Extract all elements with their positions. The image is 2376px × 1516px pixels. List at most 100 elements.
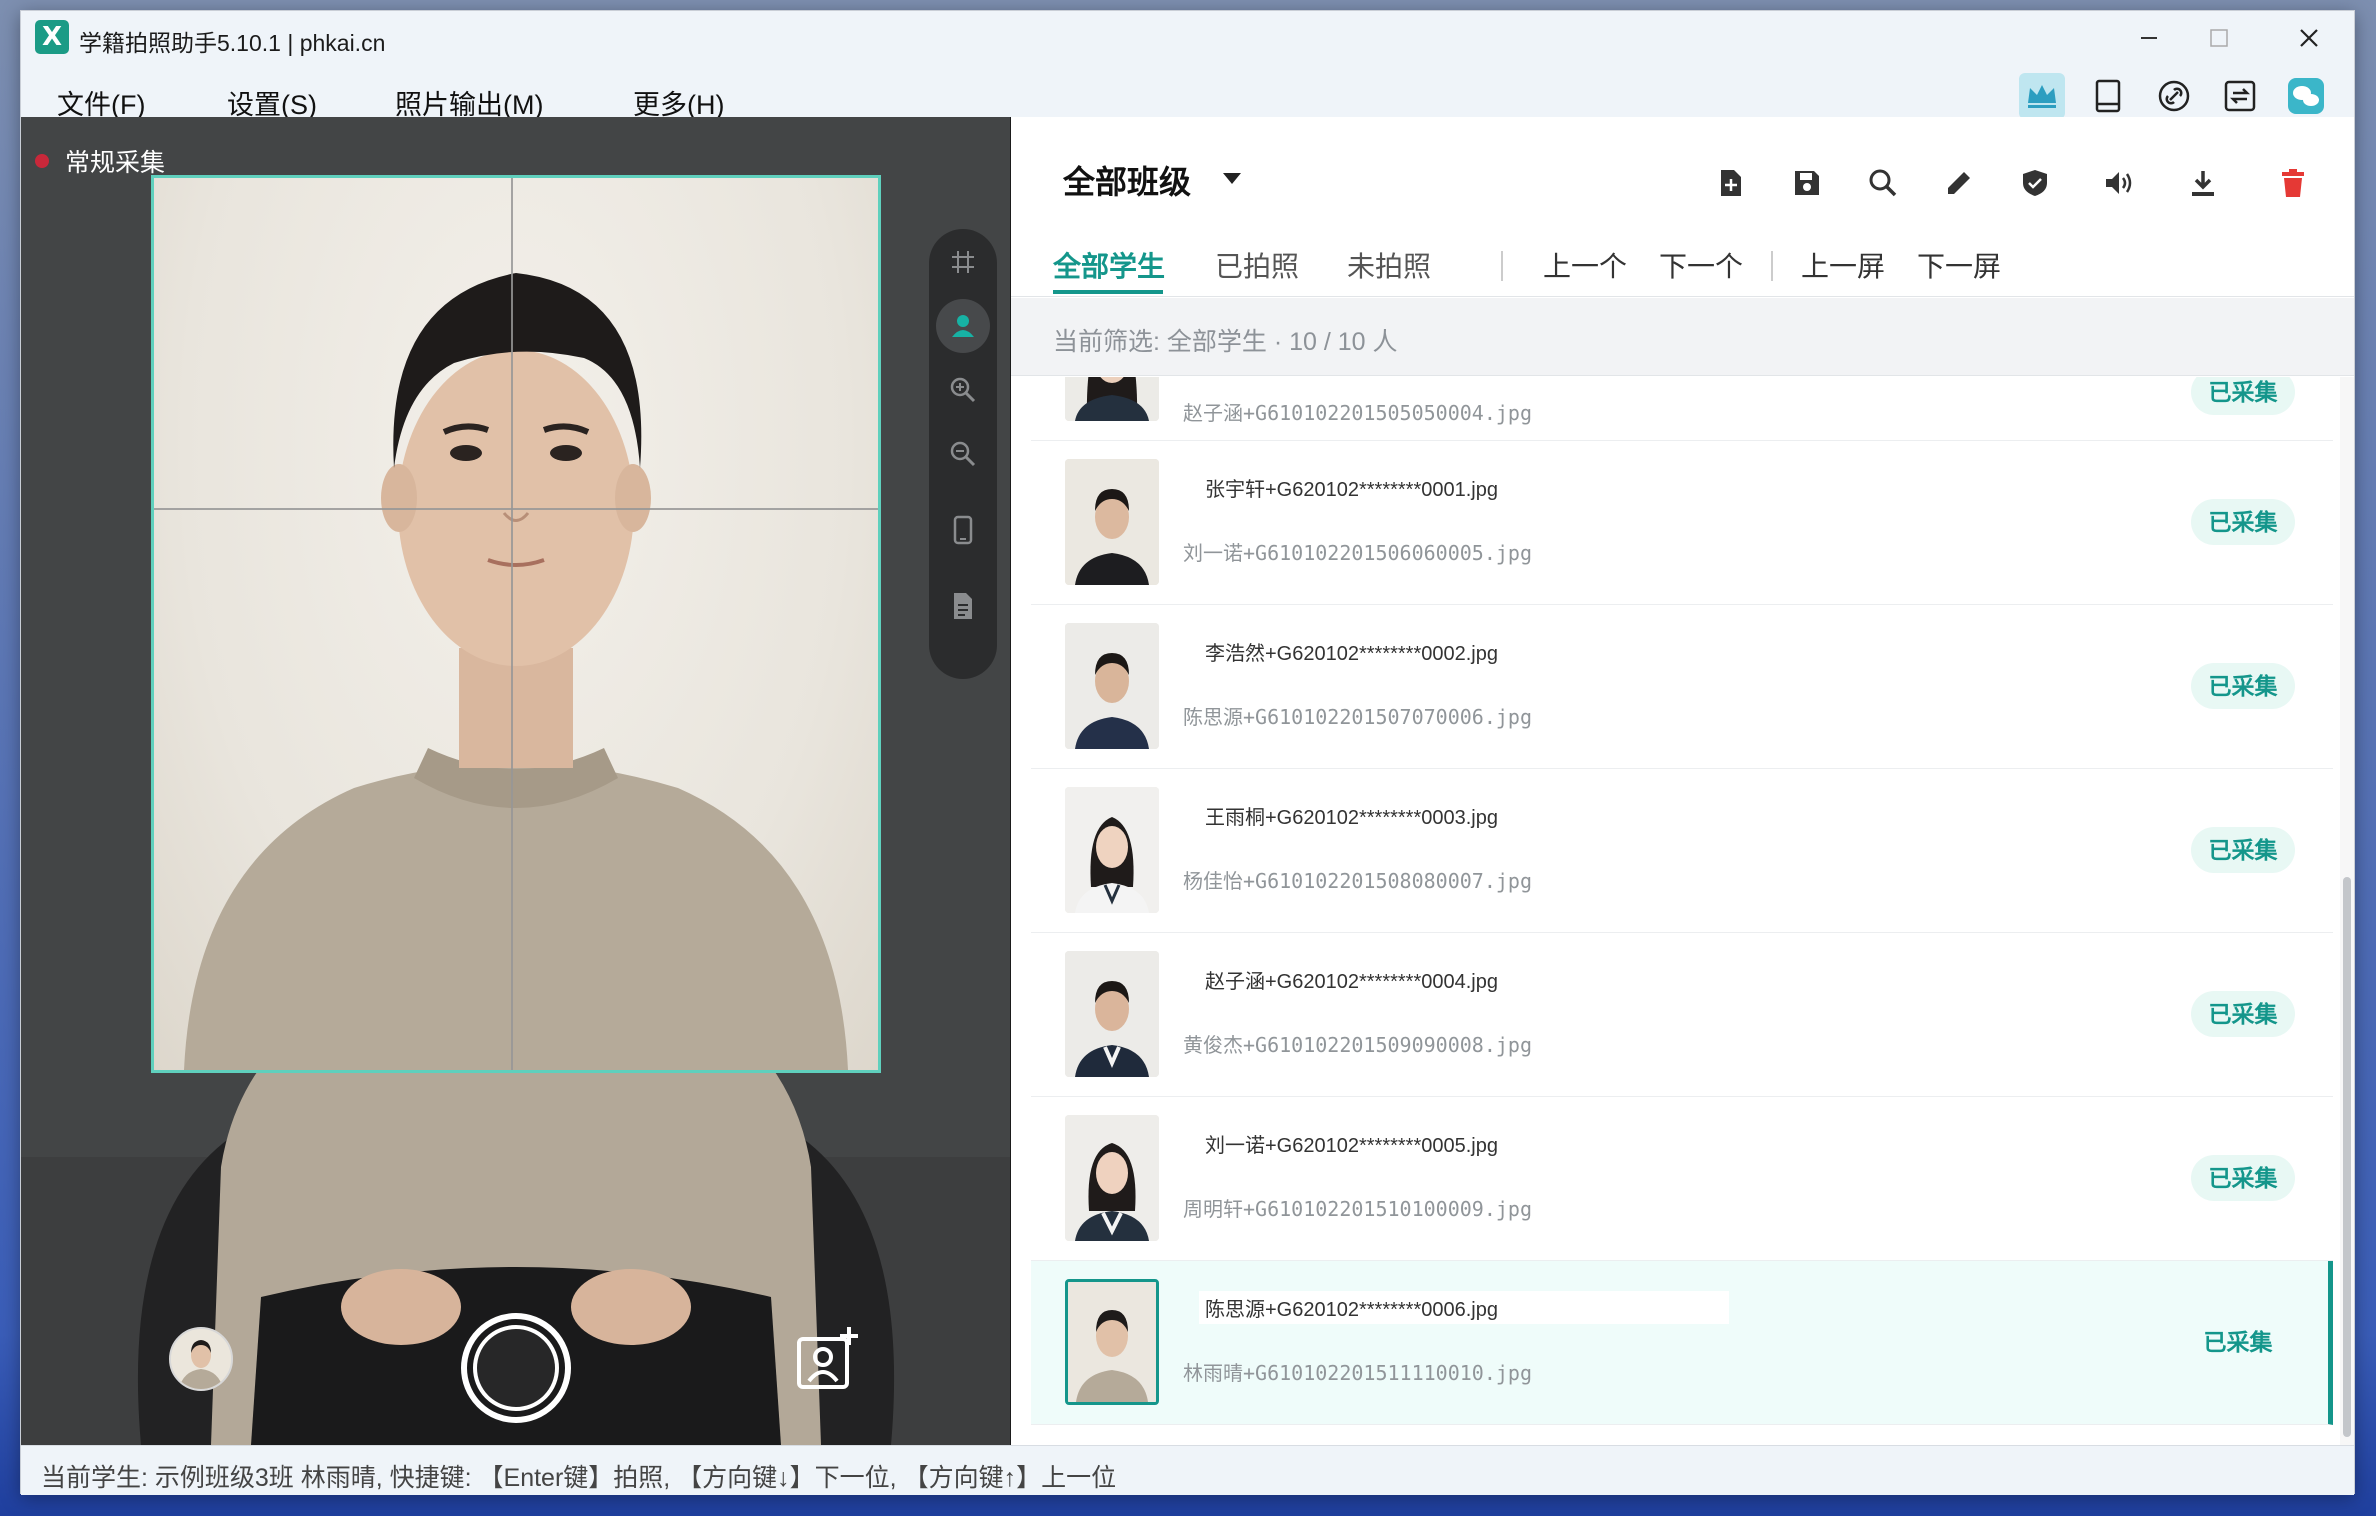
grid-button[interactable] bbox=[936, 235, 990, 289]
status-badge: 已采集 bbox=[2191, 499, 2295, 545]
student-name: 陈思源+G620102********0006.jpg bbox=[1199, 1291, 1729, 1324]
filter-summary: 当前筛选: 全部学生 · 10 / 10 人 bbox=[1053, 328, 1398, 356]
crown-button[interactable] bbox=[2019, 73, 2065, 119]
chevron-down-icon[interactable] bbox=[1223, 173, 1241, 184]
status-badge: 已采集 bbox=[2191, 1155, 2295, 1201]
capture-mode-label: 常规采集 bbox=[35, 143, 165, 179]
new-file-icon bbox=[1721, 170, 1741, 196]
student-row-selected[interactable]: 陈思源+G620102********0006.jpg 林雨晴+G6101022… bbox=[1031, 1261, 2333, 1425]
app-window: X 学籍拍照助手5.10.1 | phkai.cn 文件(F) 设置(S) 照片… bbox=[20, 10, 2355, 1495]
student-photo bbox=[1065, 787, 1159, 913]
search-icon bbox=[1869, 169, 1897, 197]
last-photo-thumbnail[interactable] bbox=[169, 1327, 233, 1391]
speaker-button[interactable] bbox=[2099, 163, 2139, 203]
student-name: 张宇轩+G620102********0001.jpg bbox=[1199, 471, 1504, 504]
delete-icon bbox=[2282, 169, 2304, 197]
zoom-in-icon bbox=[950, 377, 976, 403]
wechat-button[interactable] bbox=[2283, 73, 2329, 119]
prev-student-button[interactable]: 上一个 bbox=[1543, 245, 1627, 285]
wechat-icon bbox=[2288, 78, 2324, 114]
list-scrollbar[interactable] bbox=[2340, 377, 2354, 1445]
student-row[interactable]: 张宇轩+G620102********0001.jpg 刘一诺+G6101022… bbox=[1031, 441, 2333, 605]
student-filter-tabs: 全部学生 已拍照 未拍照 上一个 下一个 上一屏 下一屏 bbox=[1011, 237, 2354, 297]
scrollbar-thumb[interactable] bbox=[2343, 877, 2351, 1437]
student-name: 李浩然+G620102********0002.jpg bbox=[1199, 635, 1504, 668]
minimize-icon bbox=[2141, 37, 2157, 39]
status-text: 当前学生: 示例班级3班 林雨晴, 快捷键: 【Enter键】拍照, 【方向键↓… bbox=[41, 1464, 1117, 1492]
link-button[interactable] bbox=[2151, 73, 2197, 119]
student-photo-image bbox=[1068, 1282, 1156, 1402]
student-row[interactable]: 赵子涵+G610102201505050004.jpg 已采集 bbox=[1031, 377, 2333, 441]
student-photo-image bbox=[1065, 951, 1159, 1077]
phone-button[interactable] bbox=[936, 503, 990, 557]
download-icon bbox=[2192, 171, 2214, 196]
window-title: 学籍拍照助手5.10.1 | phkai.cn bbox=[79, 30, 386, 56]
person-icon bbox=[952, 315, 974, 337]
tab-divider bbox=[1771, 251, 1773, 281]
filter-status-bar: 当前筛选: 全部学生 · 10 / 10 人 bbox=[1011, 298, 2354, 376]
student-name: 刘一诺+G620102********0005.jpg bbox=[1199, 1127, 1504, 1160]
tablet-icon bbox=[2095, 79, 2121, 113]
person-button[interactable] bbox=[936, 299, 990, 353]
shutter-button[interactable] bbox=[461, 1313, 571, 1423]
student-photo bbox=[1065, 1279, 1159, 1405]
student-row[interactable]: 王雨桐+G620102********0003.jpg 杨佳怡+G6101022… bbox=[1031, 769, 2333, 933]
prev-screen-button[interactable]: 上一屏 bbox=[1801, 245, 1885, 285]
grid-icon bbox=[952, 251, 974, 273]
next-screen-button[interactable]: 下一屏 bbox=[1917, 245, 2001, 285]
student-photo bbox=[1065, 459, 1159, 585]
edit-button[interactable] bbox=[1939, 163, 1979, 203]
shield-icon bbox=[2023, 170, 2047, 196]
new-file-button[interactable] bbox=[1711, 163, 1751, 203]
shutter-inner-ring bbox=[473, 1325, 559, 1411]
student-photo-image bbox=[1065, 1115, 1159, 1241]
tablet-button[interactable] bbox=[2085, 73, 2131, 119]
student-file-name: 黄俊杰+G610102201509090008.jpg bbox=[1183, 1033, 1532, 1057]
zoom-in-button[interactable] bbox=[936, 363, 990, 417]
close-button[interactable] bbox=[2264, 11, 2354, 65]
student-row[interactable]: 李浩然+G620102********0002.jpg 陈思源+G6101022… bbox=[1031, 605, 2333, 769]
document-button[interactable] bbox=[936, 579, 990, 633]
add-portrait-icon bbox=[797, 1327, 858, 1389]
camera-preview: 常规采集 bbox=[21, 117, 1011, 1445]
download-button[interactable] bbox=[2183, 163, 2223, 203]
student-portrait-image bbox=[184, 273, 848, 1070]
app-logo-icon: X bbox=[35, 20, 69, 54]
student-list: 赵子涵+G610102201505050004.jpg 已采集 张宇轩+G620… bbox=[1011, 377, 2333, 1445]
transfer-icon bbox=[2224, 80, 2256, 112]
camera-side-toolbar bbox=[929, 229, 997, 679]
student-panel: 全部班级 全部学生 已拍照 未拍照 上一个 下一个 上一屏 下一屏 当前筛选: … bbox=[1011, 117, 2354, 1445]
status-badge: 已采集 bbox=[2191, 663, 2295, 709]
zoom-out-button[interactable] bbox=[936, 427, 990, 481]
maximize-button[interactable] bbox=[2174, 11, 2264, 65]
edit-icon bbox=[1948, 172, 1970, 194]
student-file-name: 刘一诺+G610102201506060005.jpg bbox=[1183, 541, 1532, 565]
horizontal-guide-line bbox=[154, 508, 878, 510]
document-icon bbox=[954, 593, 972, 619]
student-row[interactable]: 刘一诺+G620102********0005.jpg 周明轩+G6101022… bbox=[1031, 1097, 2333, 1261]
portrait-crop-frame[interactable] bbox=[151, 175, 881, 1073]
student-photo-image bbox=[1065, 787, 1159, 913]
save-button[interactable] bbox=[1787, 163, 1827, 203]
shield-button[interactable] bbox=[2015, 163, 2055, 203]
save-icon bbox=[1795, 171, 1819, 195]
class-selector[interactable]: 全部班级 bbox=[1063, 157, 1191, 203]
search-button[interactable] bbox=[1863, 163, 1903, 203]
student-photo bbox=[1065, 623, 1159, 749]
last-photo-image bbox=[171, 1329, 231, 1389]
transfer-button[interactable] bbox=[2217, 73, 2263, 119]
crown-icon bbox=[2028, 85, 2056, 108]
tab-not-photographed[interactable]: 未拍照 bbox=[1347, 245, 1431, 285]
student-photo-image bbox=[1065, 623, 1159, 749]
next-student-button[interactable]: 下一个 bbox=[1659, 245, 1743, 285]
student-name: 赵子涵+G620102********0004.jpg bbox=[1199, 963, 1504, 996]
tab-divider bbox=[1501, 251, 1503, 281]
delete-button[interactable] bbox=[2273, 163, 2313, 203]
student-photo-image bbox=[1065, 459, 1159, 585]
student-row[interactable]: 赵子涵+G620102********0004.jpg 黄俊杰+G6101022… bbox=[1031, 933, 2333, 1097]
student-file-name: 周明轩+G610102201510100009.jpg bbox=[1183, 1197, 1532, 1221]
tab-photographed[interactable]: 已拍照 bbox=[1215, 245, 1299, 285]
student-photo bbox=[1065, 377, 1159, 421]
import-photo-button[interactable] bbox=[793, 1323, 863, 1393]
tab-all-students[interactable]: 全部学生 bbox=[1053, 245, 1165, 285]
